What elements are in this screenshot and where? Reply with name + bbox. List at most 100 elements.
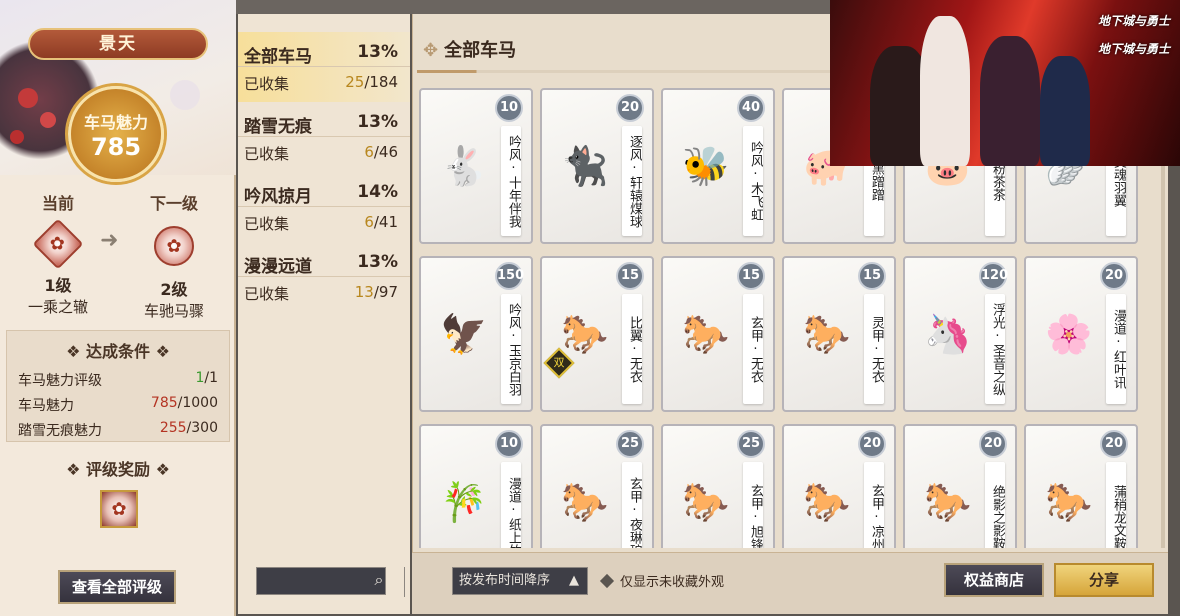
gallery-title-text: 全部车马 <box>444 40 517 61</box>
flower-ornament-icon: ✥ <box>423 40 439 61</box>
mount-image: 🦅 <box>440 311 488 356</box>
category-count: 13/97 <box>355 283 398 301</box>
category-yinfeng[interactable]: 吟风掠月 14% 已收集 6/41 <box>238 172 410 242</box>
ad-logo-text: 地下城与勇士 <box>1097 14 1170 28</box>
sort-dropdown[interactable]: 按发布时间降序 ▲ <box>452 567 588 595</box>
condition-total: /1 <box>204 370 218 386</box>
condition-total: /300 <box>186 420 218 436</box>
mount-card[interactable]: 🐈‍⬛ 20 逐风·轩辕煤球 <box>540 88 654 244</box>
mount-name: 比翼·无衣 <box>622 294 642 404</box>
mount-name: 逐风·轩辕煤球 <box>622 126 642 236</box>
mount-level-badge: 25 <box>737 430 765 458</box>
mount-image: 🐇 <box>440 143 488 188</box>
only-uncollected-label: 仅显示未收藏外观 <box>620 575 725 590</box>
category-collected-label: 已收集 <box>244 145 290 163</box>
reward-lotus-icon[interactable]: ✿ <box>100 490 138 528</box>
category-all[interactable]: 全部车马 13% 已收集 25/184 <box>238 32 410 102</box>
mount-card[interactable]: 🐝 40 吟风·木飞虹 <box>661 88 775 244</box>
mount-image: 🐝 <box>682 143 730 188</box>
current-level: 当前 ✿ 1级 一乘之辙 <box>18 190 98 317</box>
benefit-shop-button[interactable]: 权益商店 <box>944 563 1044 597</box>
mount-name: 玄甲·凉州 <box>864 462 884 548</box>
lotus-emblem-icon: ✿ <box>32 218 84 270</box>
mount-card[interactable]: 🐎 25 玄甲·夜琳琅 <box>540 424 654 548</box>
mount-level-badge: 20 <box>979 430 1007 458</box>
mount-card[interactable]: 🦄 120 浮光·圣音之纵 <box>903 256 1017 412</box>
rating-panel: 景天 车马魅力 785 当前 ✿ 1级 一乘之辙 ➜ 下一级 ✿ 2级 车驰马骤… <box>0 0 236 616</box>
category-name: 全部车马 <box>244 47 312 67</box>
mount-level-badge: 120 <box>979 262 1008 290</box>
current-level-number: 1级 <box>44 276 72 295</box>
category-taxue[interactable]: 踏雪无痕 13% 已收集 6/46 <box>238 102 410 172</box>
category-manman[interactable]: 漫漫远道 13% 已收集 13/97 <box>238 242 410 312</box>
mount-card[interactable]: 🌸 20 漫道·红叶讯 <box>1024 256 1138 412</box>
mount-card[interactable]: 🐎 双 15 比翼·无衣 <box>540 256 654 412</box>
condition-row: 车马魅力评级 1/1 <box>18 370 218 390</box>
ad-character-figure <box>1040 56 1090 166</box>
category-total: /97 <box>373 283 398 301</box>
lotus-emblem-icon: ✿ <box>154 226 194 266</box>
mount-card[interactable]: 🎋 10 漫道·纸上竹 <box>419 424 533 548</box>
charm-value: 785 <box>90 133 142 161</box>
mount-level-badge: 20 <box>616 94 644 122</box>
mount-level-badge: 20 <box>858 430 886 458</box>
condition-got: 785 <box>150 395 178 411</box>
conditions-title: ❖ 达成条件 ❖ <box>66 342 170 361</box>
diamond-checkbox-icon[interactable] <box>599 573 615 589</box>
condition-label: 踏雪无痕魅力 <box>18 423 102 439</box>
mount-name: 吟风·木飞虹 <box>743 126 763 236</box>
condition-progress: 1/1 <box>195 370 218 390</box>
caret-up-icon: ▲ <box>569 573 579 588</box>
mount-level-badge: 15 <box>858 262 886 290</box>
mount-card[interactable]: 🐎 15 玄甲·无衣 <box>661 256 775 412</box>
view-all-ratings-button[interactable]: 查看全部评级 <box>58 570 176 604</box>
category-got: 6 <box>364 143 374 161</box>
mount-collection-screen: { "left": { "name": "景天", "charm_label":… <box>0 0 1180 616</box>
search-icon[interactable]: ⌕ <box>368 569 390 591</box>
sort-label: 按发布时间降序 <box>459 573 551 588</box>
mount-image: 🐎 <box>924 479 972 524</box>
share-button[interactable]: 分享 <box>1054 563 1154 597</box>
bottom-toolbar: ⌕ 按发布时间降序 ▲ 仅显示未收藏外观 权益商店 分享 <box>256 552 1168 614</box>
condition-progress: 255/300 <box>160 420 218 440</box>
mount-card[interactable]: 🐎 20 玄甲·凉州 <box>782 424 896 548</box>
mount-image: 🦄 <box>924 311 972 356</box>
category-got: 13 <box>354 283 374 301</box>
condition-label: 车马魅力 <box>18 398 74 414</box>
mount-card[interactable]: 🐎 20 蒲稍龙文鞍 <box>1024 424 1138 548</box>
category-collected-label: 已收集 <box>244 285 290 303</box>
mount-name: 浮光·圣音之纵 <box>985 294 1005 404</box>
category-percent: 14% <box>357 182 398 202</box>
condition-label: 车马魅力评级 <box>18 373 102 389</box>
condition-total: /1000 <box>177 395 218 411</box>
mount-card[interactable]: 🐎 20 绝影之影鞍 <box>903 424 1017 548</box>
category-collected-label: 已收集 <box>244 215 290 233</box>
mount-image: 🐎 <box>561 479 609 524</box>
reward-title: ❖ 评级奖励 ❖ <box>66 460 170 479</box>
arrow-right-icon: ➜ <box>100 228 119 253</box>
category-divider <box>238 136 410 137</box>
search-input[interactable] <box>256 567 386 595</box>
mount-name: 吟风·十年伴我 <box>501 126 521 236</box>
mount-card[interactable]: 🐎 25 玄甲·旭锋 <box>661 424 775 548</box>
reward-title-text: 评级奖励 <box>85 460 150 479</box>
mount-card[interactable]: 🐇 10 吟风·十年伴我 <box>419 88 533 244</box>
category-count: 6/46 <box>364 143 398 161</box>
category-divider <box>238 206 410 207</box>
category-collected-label: 已收集 <box>244 75 290 93</box>
category-total: /41 <box>373 213 398 231</box>
mount-level-badge: 15 <box>616 262 644 290</box>
mount-card[interactable]: 🐎 15 灵甲·无衣 <box>782 256 896 412</box>
mount-image: 🐎 <box>803 311 851 356</box>
game-ad-banner[interactable]: 地下城与勇士 地下城与勇士 <box>830 0 1180 166</box>
gallery-title: ✥ 全部车马 <box>423 36 516 62</box>
category-total: /46 <box>373 143 398 161</box>
current-level-name: 一乘之辙 <box>27 298 88 316</box>
mount-card[interactable]: 🦅 150 吟风·玉京白羽 <box>419 256 533 412</box>
mount-name: 漫道·纸上竹 <box>501 462 521 548</box>
ad-character-figure <box>920 16 970 166</box>
charm-score-badge: 车马魅力 785 <box>68 86 164 182</box>
player-name-plate: 景天 <box>28 28 208 60</box>
only-uncollected-toggle[interactable]: 仅显示未收藏外观 <box>599 571 725 590</box>
category-name: 踏雪无痕 <box>244 117 312 137</box>
